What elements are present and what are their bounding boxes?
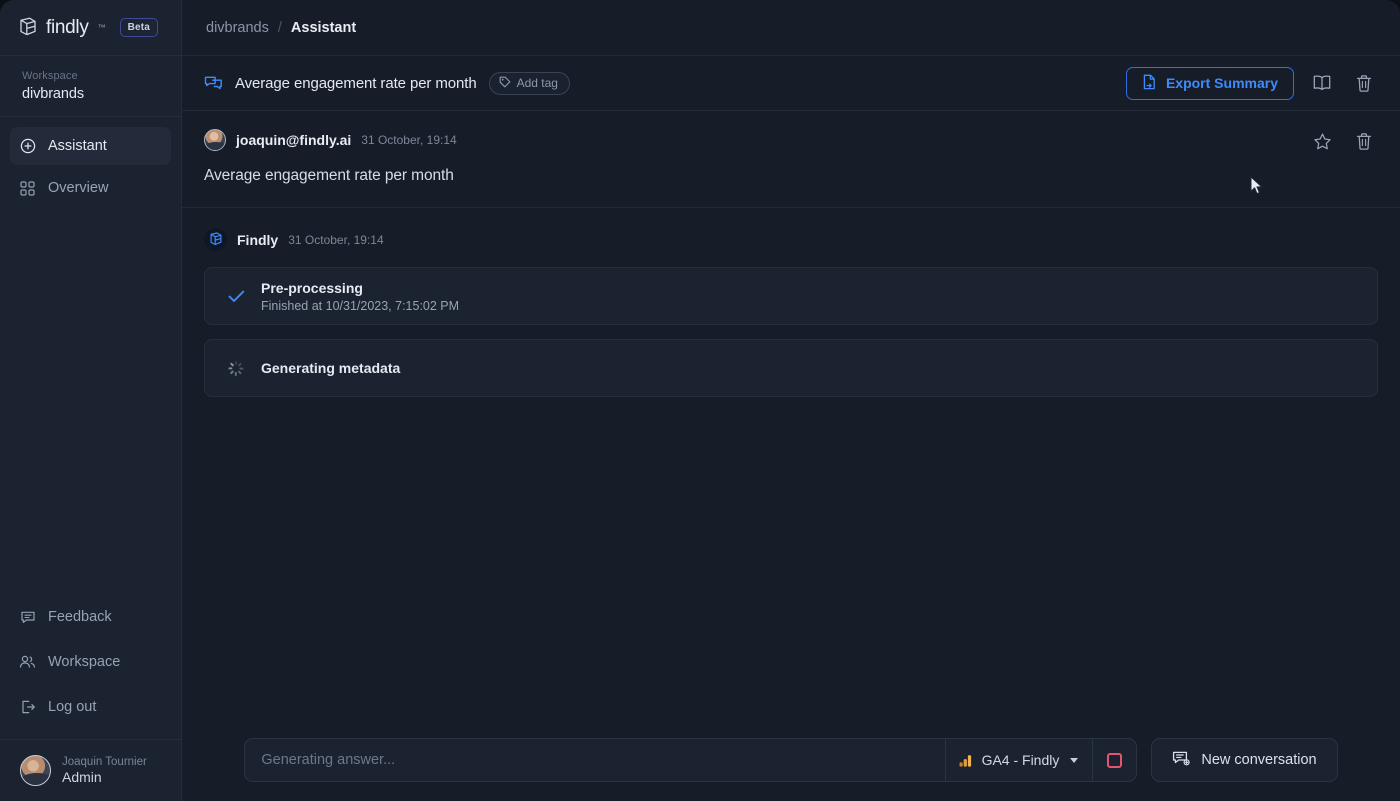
message-header: Findly 31 October, 19:14 <box>204 228 1378 251</box>
trash-icon[interactable] <box>1350 69 1378 97</box>
check-icon <box>227 290 245 303</box>
conversation-thread: joaquin@findly.ai 31 October, 19:14 Aver… <box>182 111 1400 801</box>
export-summary-label: Export Summary <box>1165 75 1278 91</box>
chevron-down-icon <box>1070 757 1079 763</box>
message-text: Average engagement rate per month <box>204 167 454 184</box>
app-logo[interactable]: findly ™ Beta <box>0 0 181 56</box>
user-profile[interactable]: Joaquin Tournier Admin <box>0 739 181 801</box>
conversation-title: Average engagement rate per month <box>235 74 477 92</box>
sidebar: findly ™ Beta Workspace divbrands Assist… <box>0 0 182 801</box>
conversation-icon <box>204 74 223 93</box>
feedback-message-icon <box>19 608 36 625</box>
breadcrumb-current: Assistant <box>290 19 357 36</box>
breadcrumb-root[interactable]: divbrands <box>206 20 269 36</box>
message-user: joaquin@findly.ai 31 October, 19:14 Aver… <box>182 111 1400 208</box>
findly-logo-icon <box>18 17 38 38</box>
avatar <box>204 129 226 151</box>
composer-input-shell: GA4 - Findly <box>244 738 1138 782</box>
sidebar-item-overview[interactable]: Overview <box>10 169 171 207</box>
book-icon[interactable] <box>1308 69 1336 97</box>
plus-circle-icon <box>19 138 36 155</box>
user-name: Joaquin Tournier <box>62 755 147 768</box>
sidebar-item-logout[interactable]: Log out <box>10 686 171 727</box>
sidebar-item-workspace[interactable]: Workspace <box>10 641 171 682</box>
avatar <box>20 755 51 786</box>
user-role: Admin <box>62 768 102 785</box>
stop-square-icon <box>1107 752 1123 768</box>
conversation-actions: Export Summary <box>1125 66 1378 100</box>
export-file-icon <box>1142 74 1157 93</box>
message-timestamp: 31 October, 19:14 <box>361 133 457 147</box>
star-icon[interactable] <box>1308 127 1336 155</box>
message-timestamp: 31 October, 19:14 <box>288 232 384 247</box>
add-tag-label: Add tag <box>516 76 558 90</box>
new-chat-icon <box>1172 750 1191 771</box>
app-window: findly ™ Beta Workspace divbrands Assist… <box>0 0 1400 801</box>
step-subtitle: Finished at 10/31/2023, 7:15:02 PM <box>261 298 460 313</box>
trademark-symbol: ™ <box>97 23 106 32</box>
trash-icon[interactable] <box>1350 127 1378 155</box>
step-text: Generating metadata <box>261 360 400 376</box>
conversation-header: Average engagement rate per month Add ta… <box>182 56 1400 111</box>
chat-input[interactable] <box>245 752 945 768</box>
new-conversation-button[interactable]: New conversation <box>1151 738 1338 782</box>
ga4-bars-icon <box>959 754 973 767</box>
add-tag-button[interactable]: Add tag <box>488 71 570 95</box>
breadcrumb-separator: / <box>277 19 282 36</box>
message-author: joaquin@findly.ai <box>236 132 352 148</box>
sidebar-item-label: Log out <box>48 698 97 715</box>
workspace-block[interactable]: Workspace divbrands <box>0 56 181 117</box>
main-content: divbrands / Assistant Average engagement… <box>182 0 1400 801</box>
step-title: Pre-processing <box>261 279 363 296</box>
tag-icon <box>499 76 511 91</box>
app-logo-text: findly <box>46 16 89 38</box>
step-card: Generating metadata <box>204 339 1378 397</box>
sidebar-item-feedback[interactable]: Feedback <box>10 596 171 637</box>
grid-dots-icon <box>19 180 36 197</box>
sidebar-item-label: Overview <box>48 180 109 196</box>
spinner-icon <box>227 360 245 376</box>
workspace-label: Workspace <box>22 70 78 82</box>
sidebar-item-label: Feedback <box>48 608 112 625</box>
step-text: Pre-processing Finished at 10/31/2023, 7… <box>261 280 459 313</box>
sidebar-item-label: Workspace <box>48 653 121 670</box>
secondary-nav: Feedback Workspace Log out <box>0 596 181 739</box>
user-meta: Joaquin Tournier Admin <box>62 755 147 787</box>
message-assistant: Findly 31 October, 19:14 Pre-processing … <box>182 208 1400 415</box>
step-card: Pre-processing Finished at 10/31/2023, 7… <box>204 267 1378 325</box>
data-source-select[interactable]: GA4 - Findly <box>944 738 1093 782</box>
composer: GA4 - Findly New conversation <box>182 719 1400 801</box>
stop-generation-button[interactable] <box>1092 738 1136 782</box>
step-title: Generating metadata <box>261 360 401 376</box>
message-author: Findly <box>237 231 279 248</box>
workspace-name: divbrands <box>22 86 84 102</box>
sidebar-item-label: Assistant <box>48 138 107 154</box>
primary-nav: Assistant Overview <box>0 117 181 211</box>
message-actions <box>1308 127 1378 155</box>
data-source-label: GA4 - Findly <box>981 752 1060 768</box>
new-conversation-label: New conversation <box>1201 752 1317 768</box>
findly-bot-avatar-icon <box>204 228 227 251</box>
logout-icon <box>19 698 36 715</box>
message-header: joaquin@findly.ai 31 October, 19:14 <box>204 129 1378 151</box>
sidebar-item-assistant[interactable]: Assistant <box>10 127 171 165</box>
export-summary-button[interactable]: Export Summary <box>1125 66 1294 100</box>
beta-badge: Beta <box>119 18 159 37</box>
users-icon <box>19 653 36 670</box>
breadcrumb: divbrands / Assistant <box>182 0 1400 56</box>
